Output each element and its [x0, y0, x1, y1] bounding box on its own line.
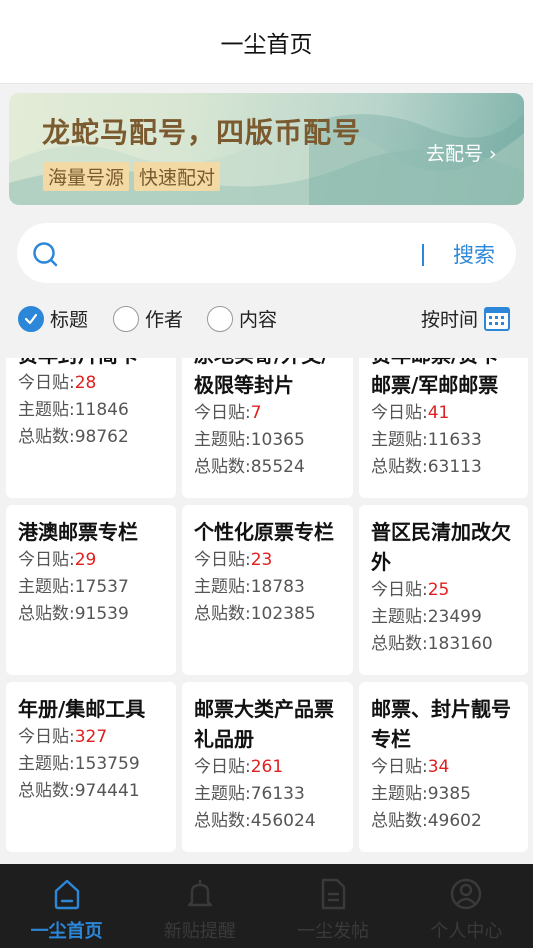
search-divider — [422, 244, 424, 266]
board-card[interactable]: 年册/集邮工具 今日贴:327 主题贴:153759 总贴数:974441 — [6, 682, 176, 852]
banner-tags: 海量号源 快速配对 — [43, 162, 221, 191]
banner-headline: 龙蛇马配号，四版币配号 — [42, 116, 362, 149]
total-posts: 总贴数:98762 — [18, 427, 129, 447]
board-card[interactable]: 港澳邮票专栏 今日贴:29 主题贴:17537 总贴数:91539 — [6, 505, 176, 675]
checked-icon — [18, 305, 44, 332]
today-posts: 今日贴:23 — [194, 550, 273, 570]
sort-label: 按时间 — [421, 309, 479, 331]
tab-notifications[interactable]: 新贴提醒 — [133, 864, 266, 948]
board-name: 普区民清加改欠外 — [371, 520, 511, 574]
today-posts: 今日贴:41 — [371, 403, 450, 423]
board-card[interactable]: 邮票大类产品票礼品册 今日贴:261 主题贴:76133 总贴数:456024 — [182, 682, 353, 852]
bell-icon — [187, 879, 213, 907]
board-name: 贺年邮票/贺卡邮票/军邮邮票 — [371, 358, 499, 397]
board-name: 贺年封片简卡 — [18, 358, 164, 370]
board-name: 个性化原票专栏 — [194, 520, 334, 544]
board-card[interactable]: 普区民清加改欠外 今日贴:25 主题贴:23499 总贴数:183160 — [359, 505, 528, 675]
search-button[interactable]: 搜索 — [453, 239, 495, 269]
topic-posts: 主题贴:23499 — [371, 607, 482, 627]
today-posts: 今日贴:261 — [194, 757, 284, 777]
tab-profile[interactable]: 个人中心 — [400, 864, 533, 948]
total-posts: 总贴数:85524 — [194, 457, 305, 477]
topic-posts: 主题贴:11846 — [18, 400, 129, 420]
tab-home[interactable]: 一尘首页 — [0, 864, 133, 948]
tab-label: 新贴提醒 — [163, 921, 236, 942]
total-posts: 总贴数:102385 — [194, 604, 316, 624]
top-header: 一尘首页 — [0, 0, 533, 84]
tab-post[interactable]: 一尘发帖 — [267, 864, 400, 948]
tab-label: 一尘首页 — [30, 921, 103, 942]
board-card[interactable]: 邮票、封片靓号专栏 今日贴:34 主题贴:9385 总贴数:49602 — [359, 682, 528, 852]
topic-posts: 主题贴:76133 — [194, 784, 305, 804]
banner-tag: 海量号源 — [43, 162, 130, 191]
filter-title[interactable]: 标题 — [18, 305, 88, 332]
filter-author[interactable]: 作者 — [113, 305, 183, 332]
board-name: 港澳邮票专栏 — [18, 520, 138, 544]
page-title: 一尘首页 — [220, 31, 313, 58]
calendar-icon — [484, 306, 511, 331]
sort-by-time[interactable]: 按时间 — [421, 305, 511, 332]
topic-posts: 主题贴:11633 — [371, 430, 482, 450]
today-posts: 今日贴:327 — [18, 727, 108, 747]
promo-banner[interactable]: 龙蛇马配号，四版币配号 海量号源 快速配对 去配号 › — [9, 93, 524, 205]
total-posts: 总贴数:456024 — [194, 811, 316, 831]
board-card[interactable]: 贺年邮票/贺卡邮票/军邮邮票 今日贴:41 主题贴:11633 总贴数:6311… — [359, 358, 528, 498]
topic-posts: 主题贴:9385 — [371, 784, 471, 804]
today-posts: 今日贴:28 — [18, 373, 97, 393]
total-posts: 总贴数:91539 — [18, 604, 129, 624]
total-posts: 总贴数:63113 — [371, 457, 482, 477]
home-icon — [54, 879, 79, 910]
filter-label: 标题 — [50, 309, 89, 331]
radio-unchecked-icon — [207, 305, 233, 332]
filter-label: 作者 — [145, 309, 184, 331]
search-bar: 搜索 — [17, 223, 516, 283]
total-posts: 总贴数:183160 — [371, 634, 493, 654]
banner-tag: 快速配对 — [134, 162, 221, 191]
filter-content[interactable]: 内容 — [207, 305, 277, 332]
board-card[interactable]: 贺年封片简卡 今日贴:28 主题贴:11846 总贴数:98762 — [6, 358, 176, 498]
today-posts: 今日贴:29 — [18, 550, 97, 570]
bottom-tab-bar: 一尘首页 新贴提醒 一尘发帖 个人中心 — [0, 864, 533, 948]
document-icon — [321, 878, 346, 910]
today-posts: 今日贴:25 — [371, 580, 450, 600]
board-name: 邮票大类产品票礼品册 — [194, 697, 334, 751]
user-icon — [451, 878, 482, 910]
search-icon — [33, 242, 58, 267]
search-input[interactable] — [69, 237, 409, 269]
banner-action-link[interactable]: 去配号 › — [426, 139, 497, 166]
board-list[interactable]: 贺年封片简卡 今日贴:28 主题贴:11846 总贴数:98762 原地实寄/外… — [0, 358, 533, 864]
topic-posts: 主题贴:153759 — [18, 754, 140, 774]
board-name: 原地实寄/外交/极限等封片 — [194, 358, 329, 397]
topic-posts: 主题贴:17537 — [18, 577, 129, 597]
total-posts: 总贴数:49602 — [371, 811, 482, 831]
today-posts: 今日贴:34 — [371, 757, 450, 777]
board-name: 邮票、封片靓号专栏 — [371, 697, 511, 751]
tab-label: 个人中心 — [430, 921, 503, 942]
search-filters: 标题 作者 内容 按时间 — [0, 301, 533, 337]
tab-label: 一尘发帖 — [297, 921, 370, 942]
filter-label: 内容 — [239, 309, 278, 331]
topic-posts: 主题贴:10365 — [194, 430, 305, 450]
total-posts: 总贴数:974441 — [18, 781, 140, 801]
board-card[interactable]: 原地实寄/外交/极限等封片 今日贴:7 主题贴:10365 总贴数:85524 — [182, 358, 353, 498]
board-name: 年册/集邮工具 — [18, 697, 146, 721]
today-posts: 今日贴:7 — [194, 403, 262, 423]
board-card[interactable]: 个性化原票专栏 今日贴:23 主题贴:18783 总贴数:102385 — [182, 505, 353, 675]
radio-unchecked-icon — [113, 305, 139, 332]
topic-posts: 主题贴:18783 — [194, 577, 305, 597]
